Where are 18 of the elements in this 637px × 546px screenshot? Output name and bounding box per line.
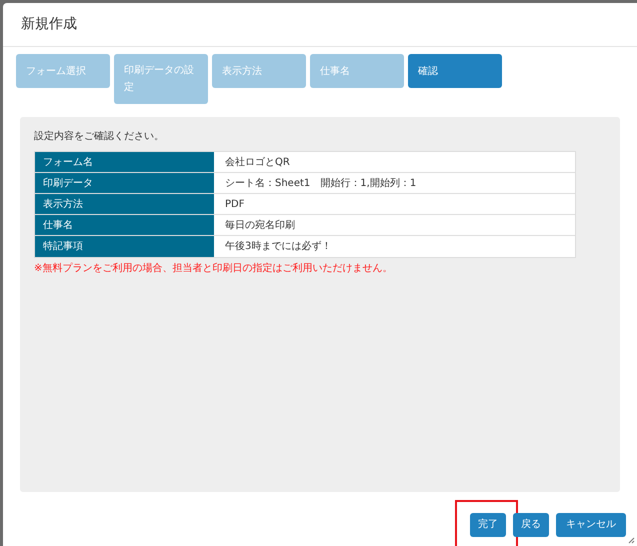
row-value: 毎日の宛名印刷 — [224, 218, 296, 232]
row-label: 仕事名 — [35, 215, 215, 235]
row-label: フォーム名 — [35, 152, 215, 172]
dialog-title: 新規作成 — [21, 15, 77, 34]
row-label: 印刷データ — [35, 173, 215, 193]
resize-grip-icon — [628, 537, 635, 544]
row-value: 会社ロゴとQR — [224, 156, 291, 170]
dialog-button[interactable]: 戻る — [513, 512, 549, 536]
warning-text: ※無料プランをご利用の場合、担当者と印刷日の指定はご利用いただけません。 — [34, 262, 394, 276]
row-value: シート名：Sheet1 開始行：1,開始列：1 — [224, 176, 418, 190]
dialog-button[interactable]: キャンセル — [556, 512, 626, 536]
step-tab[interactable]: 確認 — [408, 54, 502, 88]
row-value: 午後3時までには必ず！ — [224, 240, 332, 254]
instruction-text: 設定内容をご確認ください。 — [34, 130, 165, 144]
row-label: 特記事項 — [35, 236, 215, 257]
row-value: PDF — [224, 198, 246, 212]
row-label: 表示方法 — [35, 194, 215, 214]
dialog-button[interactable]: 完了 — [470, 512, 506, 536]
